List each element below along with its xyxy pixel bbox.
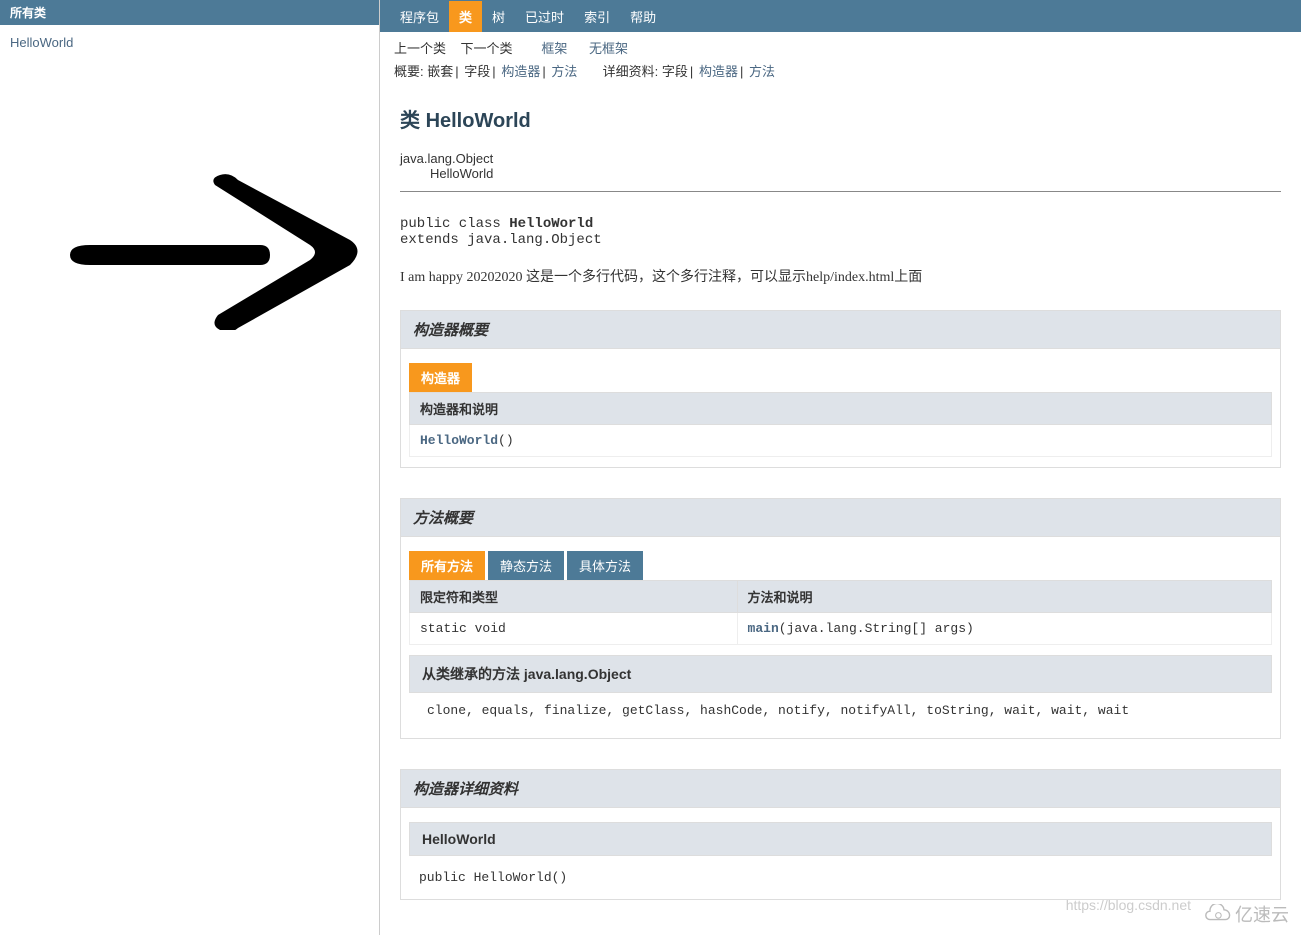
- inheritance-parent: java.lang.Object: [400, 151, 1281, 166]
- main-content: 程序包 类 树 已过时 索引 帮助 上一个类 下一个类 框架 无框架 概要: 嵌…: [380, 0, 1301, 935]
- inherited-methods-list: clone, equals, finalize, getClass, hashC…: [409, 693, 1272, 728]
- noframes-link[interactable]: 无框架: [589, 41, 628, 56]
- summary-nested: 嵌套: [427, 64, 453, 79]
- method-summary-table: 限定符和类型 方法和说明 static void main(java.lang.…: [409, 580, 1272, 645]
- class-description: I am happy 20202020 这是一个多行代码，这个多行注释，可以显示…: [400, 266, 1281, 286]
- constructor-summary-table: 构造器和说明 HelloWorld(): [409, 392, 1272, 457]
- frames-link[interactable]: 框架: [541, 41, 567, 56]
- class-title: 类 HelloWorld: [400, 104, 1281, 133]
- method-col2-header: 方法和说明: [737, 581, 1271, 613]
- nav-tree[interactable]: 树: [482, 1, 515, 32]
- constructor-detail-name: HelloWorld: [409, 822, 1272, 856]
- class-signature: public class HelloWorld extends java.lan…: [400, 216, 1281, 248]
- constructor-summary-section: 构造器概要 构造器 构造器和说明 HelloWorld(): [400, 310, 1281, 468]
- sub-navigation: 上一个类 下一个类 框架 无框架 概要: 嵌套| 字段| 构造器| 方法 详细资…: [380, 32, 1301, 90]
- nav-help[interactable]: 帮助: [620, 1, 666, 32]
- detail-method-link[interactable]: 方法: [749, 64, 775, 79]
- sidebar-class-link[interactable]: HelloWorld: [10, 35, 73, 50]
- summary-label: 概要:: [394, 64, 424, 79]
- constructor-col-header: 构造器和说明: [410, 393, 1272, 425]
- next-class-link: 下一个类: [460, 41, 512, 56]
- sidebar: 所有类 HelloWorld: [0, 0, 380, 935]
- detail-field: 字段: [662, 64, 688, 79]
- summary-field: 字段: [464, 64, 490, 79]
- sidebar-class-list: HelloWorld: [0, 25, 379, 60]
- class-content: 类 HelloWorld java.lang.Object HelloWorld…: [380, 90, 1301, 935]
- inherited-methods-title: 从类继承的方法 java.lang.Object: [409, 655, 1272, 693]
- prev-class-link: 上一个类: [394, 41, 446, 56]
- constructor-detail-title: 构造器详细资料: [401, 770, 1280, 808]
- method-col1-header: 限定符和类型: [410, 581, 738, 613]
- method-summary-title: 方法概要: [401, 499, 1280, 537]
- method-link-main[interactable]: main: [748, 621, 779, 636]
- divider: [400, 191, 1281, 192]
- arrow-annotation: [60, 170, 380, 330]
- nav-package[interactable]: 程序包: [390, 1, 449, 32]
- constructor-detail-section: 构造器详细资料 HelloWorld public HelloWorld(): [400, 769, 1281, 900]
- summary-method-link[interactable]: 方法: [551, 64, 577, 79]
- nav-index[interactable]: 索引: [574, 1, 620, 32]
- method-modifier: static void: [410, 613, 738, 645]
- detail-label: 详细资料:: [603, 64, 659, 79]
- nav-deprecated[interactable]: 已过时: [515, 1, 574, 32]
- detail-constr-link[interactable]: 构造器: [699, 64, 738, 79]
- nav-class[interactable]: 类: [449, 1, 482, 32]
- tab-all-methods[interactable]: 所有方法: [409, 551, 485, 580]
- inheritance-tree: java.lang.Object HelloWorld: [400, 151, 1281, 181]
- constructor-link[interactable]: HelloWorld: [420, 433, 498, 448]
- top-navigation: 程序包 类 树 已过时 索引 帮助: [380, 0, 1301, 32]
- sidebar-header: 所有类: [0, 0, 379, 25]
- tab-concrete-methods[interactable]: 具体方法: [567, 551, 643, 580]
- inheritance-this: HelloWorld: [430, 166, 1281, 181]
- constructor-summary-title: 构造器概要: [401, 311, 1280, 349]
- constructor-detail-signature: public HelloWorld(): [401, 856, 1280, 899]
- method-summary-section: 方法概要 所有方法 静态方法 具体方法 限定符和类型 方法和说明 static …: [400, 498, 1281, 739]
- summary-constr-link[interactable]: 构造器: [501, 64, 540, 79]
- tab-static-methods[interactable]: 静态方法: [488, 551, 564, 580]
- constructor-tab[interactable]: 构造器: [409, 363, 472, 392]
